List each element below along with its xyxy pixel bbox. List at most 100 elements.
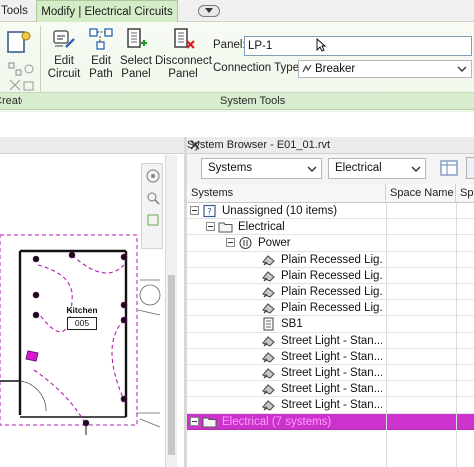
tree-row-label: Electrical (7 systems) — [222, 415, 332, 428]
tab-modify-electrical-circuits[interactable]: Modify | Electrical Circuits — [36, 0, 178, 22]
breaker-icon — [302, 64, 312, 73]
tree-row-label: Street Light - Stan... — [281, 334, 382, 347]
view-title-bar — [0, 137, 184, 154]
view-vertical-scrollbar[interactable] — [165, 155, 177, 467]
connection-type-select[interactable]: Breaker — [298, 60, 472, 78]
tree-row-label: Street Light - Stan... — [281, 367, 382, 379]
connection-type-value: Breaker — [315, 63, 356, 75]
zoom-region-icon[interactable] — [145, 190, 161, 206]
steering-wheel-icon[interactable] — [145, 168, 161, 184]
tree-row-label: Plain Recessed Lig... — [281, 253, 382, 266]
select-panel-label-line2: Panel — [121, 68, 151, 80]
chevron-down-icon — [205, 8, 213, 13]
tree-row[interactable]: Street Light - Stan... — [187, 397, 474, 414]
system-browser-tree-grid: Systems Space Name Spa ? Unassigned (10 i… — [187, 184, 474, 467]
tree-row-label: Electrical — [238, 221, 285, 234]
light-fixture-icon — [262, 384, 275, 395]
tree-row[interactable]: ? Unassigned (10 items) — [187, 203, 474, 220]
disconnect-panel-label-line1: Disconnect — [155, 55, 212, 67]
disconnect-panel-icon — [174, 28, 195, 49]
light-fixture-icon — [262, 352, 275, 363]
tree-row[interactable]: Street Light - Stan... — [187, 365, 474, 382]
light-fixture-icon — [262, 287, 275, 298]
tree-row-label: Street Light - Stan... — [281, 399, 382, 412]
move-icon[interactable] — [8, 78, 22, 92]
tree-row[interactable]: Plain Recessed Lig... — [187, 268, 474, 284]
column-divider — [386, 203, 387, 467]
select-panel-label-line1: Select — [120, 55, 152, 67]
select-panel-button[interactable]: Select Panel — [119, 26, 153, 81]
tree-row[interactable]: Plain Recessed Lig... — [187, 284, 474, 301]
tree-row-label: Plain Recessed Lig... — [281, 269, 382, 282]
ribbon-separator — [40, 26, 41, 92]
copy-icon[interactable] — [22, 78, 36, 92]
column-header-space-name[interactable]: Space Name — [386, 184, 456, 203]
tree-row-label: Unassigned (10 items) — [222, 205, 338, 217]
collapse-toggle-icon[interactable] — [226, 238, 235, 248]
tree-row[interactable]: Street Light - Stan... — [187, 349, 474, 365]
discipline-select[interactable]: Electrical — [328, 158, 426, 179]
tree-row[interactable]: Electrical — [187, 219, 474, 236]
edit-path-label-line1: Edit — [91, 55, 111, 67]
edit-circuit-label-line2: Circuit — [47, 68, 81, 80]
pin-icon[interactable] — [22, 62, 36, 76]
tree-row[interactable]: Plain Recessed Lig... — [187, 300, 474, 317]
tree-row[interactable]: SB1 — [187, 316, 474, 333]
ribbon-minimize-toggle[interactable] — [198, 5, 220, 17]
edit-path-button[interactable]: Edit Path — [86, 26, 116, 81]
collapse-toggle-icon[interactable] — [190, 206, 199, 215]
edit-circuit-label-line1: Edit — [54, 55, 74, 67]
tree-row-label: Street Light - Stan... — [281, 350, 382, 363]
folder-icon — [202, 417, 217, 428]
align-grid-icon[interactable] — [8, 62, 22, 76]
zoom-fit-icon[interactable] — [145, 212, 161, 228]
edit-path-label-line2: Path — [89, 68, 113, 80]
chevron-down-icon — [307, 166, 317, 172]
edit-circuit-button[interactable]: Edit Circuit — [46, 26, 82, 81]
workspace-gap — [0, 112, 474, 137]
tree-row-label: Power — [258, 237, 291, 250]
view-by-value: Systems — [208, 162, 253, 174]
panel-input[interactable] — [244, 36, 472, 56]
floor-plan-view[interactable]: Kitchen 005 — [0, 155, 184, 467]
switchboard-icon — [263, 317, 274, 331]
tree-row-label: Plain Recessed Lig... — [281, 302, 382, 315]
create-circuit-icon[interactable] — [2, 28, 32, 58]
column-divider — [456, 203, 457, 467]
system-browser-title-bar: System Browser - E01_01.rvt — [187, 137, 474, 154]
navigation-bar — [141, 163, 163, 249]
tree-row[interactable]: Street Light - Stan... — [187, 381, 474, 398]
scrollbar-thumb[interactable] — [168, 275, 175, 455]
light-fixture-icon — [262, 271, 275, 282]
svg-text:?: ? — [207, 208, 212, 218]
tree-row-label: Street Light - Stan... — [281, 383, 382, 396]
light-fixture-icon — [262, 335, 275, 347]
disconnect-panel-button[interactable]: Disconnect Panel — [155, 26, 212, 81]
tree-row[interactable]: Power — [187, 235, 474, 252]
select-panel-icon — [127, 28, 147, 48]
chevron-down-icon — [411, 166, 421, 172]
power-system-icon — [239, 237, 252, 250]
collapse-toggle-icon[interactable] — [190, 416, 199, 426]
light-fixture-icon — [262, 368, 275, 379]
room-number: 005 — [67, 317, 97, 330]
view-by-select[interactable]: Systems — [201, 158, 322, 179]
ribbon-tab-strip: Tools Modify | Electrical Circuits — [0, 0, 474, 22]
column-header-systems[interactable]: Systems — [187, 184, 386, 203]
autofit-column-button[interactable] — [466, 157, 474, 179]
column-header-space-number[interactable]: Spa — [456, 184, 474, 203]
tab-tools[interactable]: Tools — [0, 0, 36, 22]
tree-row[interactable]: Street Light - Stan... — [187, 333, 474, 349]
disconnect-panel-label-line2: Panel — [168, 68, 198, 80]
tree-row-selected[interactable]: Electrical (7 systems) — [187, 413, 474, 430]
unassigned-icon: ? — [203, 204, 216, 218]
tree-row[interactable]: Plain Recessed Lig... — [187, 252, 474, 268]
mouse-cursor-icon — [316, 38, 326, 52]
collapse-toggle-icon[interactable] — [206, 222, 215, 232]
room-tag[interactable]: Kitchen 005 — [60, 305, 104, 341]
chevron-down-icon — [457, 66, 467, 72]
create-panel-title: Create — [0, 95, 22, 107]
system-browser-title: System Browser - E01_01.rvt — [187, 139, 331, 151]
tree-row-label: Plain Recessed Lig... — [281, 286, 382, 298]
column-settings-icon[interactable] — [438, 157, 460, 179]
